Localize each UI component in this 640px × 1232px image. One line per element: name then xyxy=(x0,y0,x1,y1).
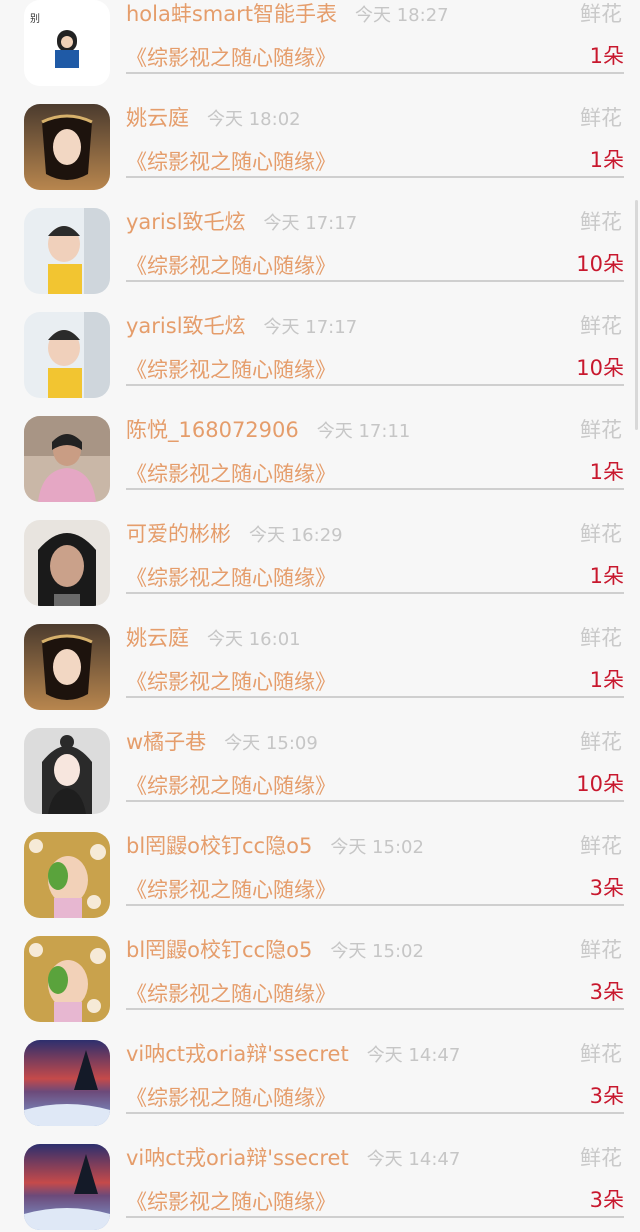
row-divider xyxy=(126,1216,624,1218)
gift-type-label: 鲜花 xyxy=(580,834,622,858)
username[interactable]: w橘子巷 今天 15:09 xyxy=(126,726,318,756)
gift-amount: 3朵 xyxy=(589,1084,624,1108)
gift-amount: 10朵 xyxy=(576,356,624,380)
gift-type-label: 鲜花 xyxy=(580,314,622,338)
row-divider xyxy=(126,488,624,490)
row-divider xyxy=(126,592,624,594)
username[interactable]: vi呐ct戎oria辩'ssecret 今天 14:47 xyxy=(126,1038,460,1068)
timestamp: 今天 14:47 xyxy=(366,1149,461,1170)
gift-type-label: 鲜花 xyxy=(580,418,622,442)
timestamp: 今天 17:17 xyxy=(263,213,358,234)
row-divider xyxy=(126,696,624,698)
book-title-link[interactable]: 《综影视之随心随缘》 xyxy=(126,458,336,488)
row-divider xyxy=(126,384,624,386)
gift-type-label: 鲜花 xyxy=(580,1146,622,1170)
timestamp: 今天 15:02 xyxy=(330,941,424,962)
gift-record-row[interactable]: 姚云庭 今天 18:02 鲜花 《综影视之随心随缘》 1朵 xyxy=(0,88,640,192)
gift-type-label: 鲜花 xyxy=(580,210,622,234)
child-photo-avatar[interactable] xyxy=(24,312,110,398)
cartoon-cat-avatar[interactable] xyxy=(24,936,110,1022)
gift-amount: 1朵 xyxy=(589,460,624,484)
row-divider xyxy=(126,176,624,178)
gift-amount: 3朵 xyxy=(589,980,624,1004)
gift-amount: 1朵 xyxy=(589,44,624,68)
timestamp: 今天 17:17 xyxy=(263,317,358,338)
gift-record-row[interactable]: w橘子巷 今天 15:09 鲜花 《综影视之随心随缘》 10朵 xyxy=(0,712,640,816)
username[interactable]: yarisl致乇炫 今天 17:17 xyxy=(126,206,357,236)
costume-woman-avatar[interactable] xyxy=(24,624,110,710)
gift-amount: 3朵 xyxy=(589,1188,624,1212)
row-divider xyxy=(126,1112,624,1114)
gift-record-row[interactable]: 可爱的彬彬 今天 16:29 鲜花 《综影视之随心随缘》 1朵 xyxy=(0,504,640,608)
username[interactable]: bl罔鼹o校钉cc隐o5 今天 15:02 xyxy=(126,934,424,964)
gift-record-row[interactable]: 别 hola蚌smart智能手表 今天 18:27 鲜花 《综影视之随心随缘》 1… xyxy=(0,0,640,88)
row-divider xyxy=(126,72,624,74)
gift-type-label: 鲜花 xyxy=(580,106,622,130)
row-divider xyxy=(126,800,624,802)
gift-record-row[interactable]: vi呐ct戎oria辩'ssecret 今天 14:47 鲜花 《综影视之随心随缘… xyxy=(0,1128,640,1232)
row-divider xyxy=(126,280,624,282)
gift-record-row[interactable]: vi呐ct戎oria辩'ssecret 今天 14:47 鲜花 《综影视之随心随缘… xyxy=(0,1024,640,1128)
book-title-link[interactable]: 《综影视之随心随缘》 xyxy=(126,666,336,696)
gift-record-list: 别 hola蚌smart智能手表 今天 18:27 鲜花 《综影视之随心随缘》 1… xyxy=(0,0,640,1232)
row-divider xyxy=(126,904,624,906)
book-title-link[interactable]: 《综影视之随心随缘》 xyxy=(126,42,336,72)
timestamp: 今天 17:11 xyxy=(316,421,411,442)
gift-type-label: 鲜花 xyxy=(580,522,622,546)
book-title-link[interactable]: 《综影视之随心随缘》 xyxy=(126,354,336,384)
username[interactable]: bl罔鼹o校钉cc隐o5 今天 15:02 xyxy=(126,830,424,860)
book-title-link[interactable]: 《综影视之随心随缘》 xyxy=(126,1186,336,1216)
gift-record-row[interactable]: 陈悦_168072906 今天 17:11 鲜花 《综影视之随心随缘》 1朵 xyxy=(0,400,640,504)
timestamp: 今天 18:27 xyxy=(355,5,449,26)
timestamp: 今天 16:29 xyxy=(249,525,343,546)
timestamp: 今天 15:09 xyxy=(224,733,318,754)
gift-amount: 10朵 xyxy=(576,772,624,796)
gift-amount: 1朵 xyxy=(589,148,624,172)
gift-type-label: 鲜花 xyxy=(580,626,622,650)
gift-type-label: 鲜花 xyxy=(580,730,622,754)
book-title-link[interactable]: 《综影视之随心随缘》 xyxy=(126,978,336,1008)
scrollbar[interactable] xyxy=(635,200,638,430)
child-photo-avatar[interactable] xyxy=(24,208,110,294)
book-title-link[interactable]: 《综影视之随心随缘》 xyxy=(126,562,336,592)
gift-record-row[interactable]: bl罔鼹o校钉cc隐o5 今天 15:02 鲜花 《综影视之随心随缘》 3朵 xyxy=(0,920,640,1024)
timestamp: 今天 16:01 xyxy=(207,629,301,650)
svg-text:别: 别 xyxy=(30,13,40,25)
username[interactable]: 可爱的彬彬 今天 16:29 xyxy=(126,518,343,548)
timestamp: 今天 14:47 xyxy=(366,1045,461,1066)
gift-type-label: 鲜花 xyxy=(580,1042,622,1066)
book-title-link[interactable]: 《综影视之随心随缘》 xyxy=(126,250,336,280)
snowy-sunset-avatar[interactable] xyxy=(24,1144,110,1230)
gift-record-row[interactable]: 姚云庭 今天 16:01 鲜花 《综影视之随心随缘》 1朵 xyxy=(0,608,640,712)
woman-pink-coat-avatar[interactable] xyxy=(24,416,110,502)
username[interactable]: hola蚌smart智能手表 今天 18:27 xyxy=(126,0,449,28)
snowy-sunset-avatar[interactable] xyxy=(24,1040,110,1126)
gift-amount: 1朵 xyxy=(589,668,624,692)
cartoon-cat-avatar[interactable] xyxy=(24,832,110,918)
gift-type-label: 鲜花 xyxy=(580,938,622,962)
gift-type-label: 鲜花 xyxy=(580,2,622,26)
username[interactable]: vi呐ct戎oria辩'ssecret 今天 14:47 xyxy=(126,1142,460,1172)
row-divider xyxy=(126,1008,624,1010)
gift-record-row[interactable]: yarisl致乇炫 今天 17:17 鲜花 《综影视之随心随缘》 10朵 xyxy=(0,192,640,296)
costume-woman-avatar[interactable] xyxy=(24,104,110,190)
username[interactable]: 陈悦_168072906 今天 17:11 xyxy=(126,414,410,444)
username[interactable]: yarisl致乇炫 今天 17:17 xyxy=(126,310,357,340)
username[interactable]: 姚云庭 今天 16:01 xyxy=(126,622,301,652)
woman-selfie-avatar[interactable] xyxy=(24,520,110,606)
gift-amount: 3朵 xyxy=(589,876,624,900)
book-title-link[interactable]: 《综影视之随心随缘》 xyxy=(126,770,336,800)
book-title-link[interactable]: 《综影视之随心随缘》 xyxy=(126,1082,336,1112)
username[interactable]: 姚云庭 今天 18:02 xyxy=(126,102,301,132)
gift-record-row[interactable]: bl罔鼹o校钉cc隐o5 今天 15:02 鲜花 《综影视之随心随缘》 3朵 xyxy=(0,816,640,920)
gift-amount: 1朵 xyxy=(589,564,624,588)
gift-amount: 10朵 xyxy=(576,252,624,276)
gift-record-row[interactable]: yarisl致乇炫 今天 17:17 鲜花 《综影视之随心随缘》 10朵 xyxy=(0,296,640,400)
timestamp: 今天 18:02 xyxy=(207,109,301,130)
book-title-link[interactable]: 《综影视之随心随缘》 xyxy=(126,874,336,904)
cartoon-boy-avatar[interactable]: 别 xyxy=(24,0,110,86)
book-title-link[interactable]: 《综影视之随心随缘》 xyxy=(126,146,336,176)
anime-girl-avatar[interactable] xyxy=(24,728,110,814)
timestamp: 今天 15:02 xyxy=(330,837,424,858)
